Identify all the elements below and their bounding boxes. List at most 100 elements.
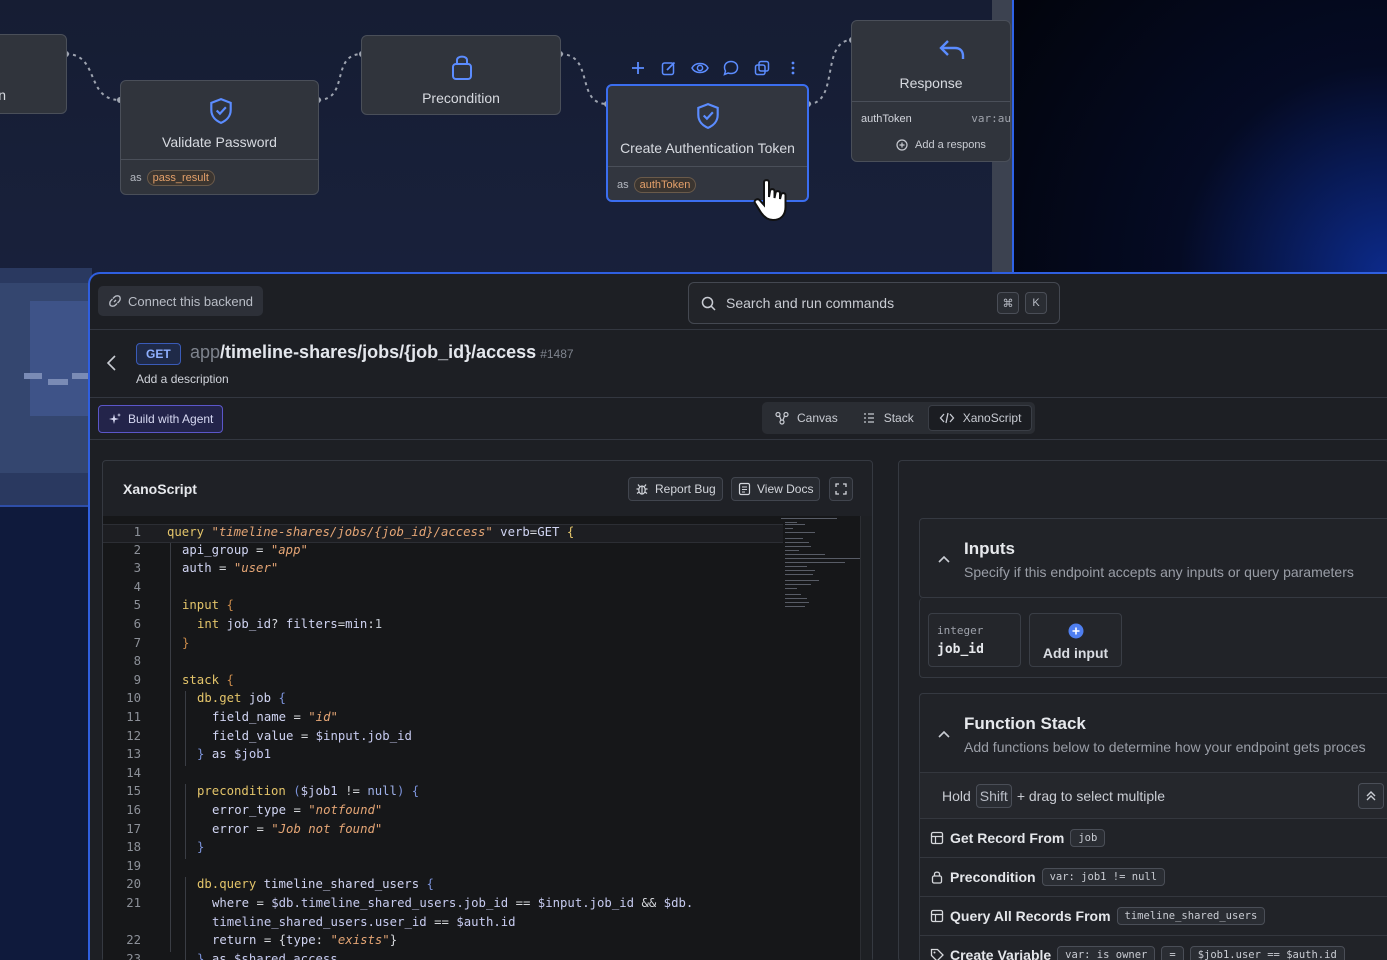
code-line[interactable]: timeline_shared_users.user_id == $auth.i… [103,915,783,934]
inputs-list: integer job_id Add input [919,598,1387,678]
line-number: 8 [133,654,141,669]
code-line[interactable]: 6 int job_id? filters=min:1 [103,617,783,636]
function-param-pill: var: is_owner [1057,945,1156,960]
line-number: 6 [133,617,141,631]
collapse-all-button[interactable] [1358,783,1384,809]
list-icon [863,413,874,423]
input-name: job_id [937,642,984,657]
function-stack-item[interactable]: Query All Records From timeline_shared_us… [920,896,1387,934]
tab-xanoscript[interactable]: XanoScript [927,405,1033,431]
stack-side-panel: Inputs Specify if this endpoint accepts … [898,460,1387,960]
code-line[interactable]: 9 stack { [103,673,783,692]
chevron-up-icon[interactable] [936,726,952,742]
code-line[interactable]: 12 field_value = $input.job_id [103,729,783,748]
lock-icon [930,870,944,884]
line-number: 1 [133,525,141,539]
line-number: 4 [133,579,141,594]
code-line[interactable]: 17 error = "Job not found" [103,822,783,841]
flow-node-validate-password[interactable]: Validate Password as pass_result [120,80,319,195]
docs-icon [738,482,751,496]
code-text: db.query timeline_shared_users { [197,877,434,892]
view-tabs: Canvas Stack XanoScript [762,402,1036,434]
input-item[interactable]: integer job_id [928,613,1021,667]
edit-icon[interactable] [659,58,679,78]
function-stack-item[interactable]: Precondition var: job1 != null [920,857,1387,895]
more-icon[interactable] [783,58,803,78]
response-field-name: authToken [861,112,912,125]
line-number: 16 [126,803,141,817]
function-name: Precondition [950,868,1036,885]
view-docs-button[interactable]: View Docs [731,477,821,501]
code-line[interactable]: 15 precondition ($job1 != null) { [103,784,783,803]
code-line[interactable]: 22 return = {type: "exists"} [103,933,783,952]
flow-node-response[interactable]: Response authToken var:au Add a respons [851,20,1011,162]
code-line[interactable]: 11 field_name = "id" [103,710,783,729]
code-line[interactable]: 2 api_group = "app" [103,543,783,562]
command-search-input[interactable]: Search and run commands ⌘ K [688,282,1060,324]
hint-shift-key: Shift [975,783,1012,808]
function-param-pill: $job1.user == $auth.id [1189,945,1345,960]
code-text: error_type = "notfound" [212,803,383,817]
shield-icon [210,97,232,125]
code-text: field_value = $input.job_id [212,728,412,743]
chevron-up-icon[interactable] [936,551,952,567]
code-line[interactable]: 3 auth = "user" [103,561,783,580]
back-button[interactable] [100,352,122,374]
report-bug-button[interactable]: Report Bug [628,477,723,501]
add-input-button[interactable]: Add input [1029,613,1122,667]
code-text: auth = "user" [182,561,279,576]
code-text: } [197,840,205,855]
code-line[interactable]: 1 query "timeline-shares/jobs/{job_id}/ac… [103,524,783,543]
function-name: Query All Records From [950,907,1111,924]
line-number: 7 [133,635,141,650]
code-line[interactable]: 13} as $job1 [103,747,783,766]
function-name: Create Variable [950,946,1052,960]
code-line[interactable]: 20 db.query timeline_shared_users { [103,877,783,896]
as-label: as [617,178,629,191]
double-chevron-up-icon [1366,791,1376,801]
function-stack-title: Function Stack [964,714,1086,733]
chevron-left-icon [106,355,116,371]
connect-backend-button[interactable]: Connect this backend [98,286,264,316]
code-text: timeline_shared_users.user_id == $auth.i… [212,914,516,929]
endpoint-route: /timeline-shares/jobs/{job_id}/access [220,342,537,362]
shortcut-k-key: K [1025,292,1047,314]
flow-node-partial[interactable]: n [0,34,67,114]
function-stack-item[interactable]: Create Variable var: is_owner = $job1.user … [920,935,1387,960]
duplicate-icon[interactable] [752,58,772,78]
endpoint-path[interactable]: app /timeline-shares/jobs/{job_id}/acces… [190,342,574,363]
add-input-label: Add input [1042,645,1109,661]
hand-cursor-icon [753,179,787,222]
build-with-agent-button[interactable]: Build with Agent [98,405,224,433]
code-line[interactable]: 16 error_type = "notfound" [103,803,783,822]
code-area[interactable]: 1 query "timeline-shares/jobs/{job_id}/ac… [103,516,872,960]
add-description-link[interactable]: Add a description [136,372,229,386]
connect-backend-label: Connect this backend [128,293,254,309]
code-line[interactable]: 19 [103,859,783,878]
fullscreen-button[interactable] [829,477,853,501]
code-line[interactable]: 18} [103,840,783,859]
line-number: 3 [133,561,141,576]
function-stack-item[interactable]: Get Record From job [920,818,1387,856]
tab-stack[interactable]: Stack [852,405,924,431]
plus-icon[interactable] [628,58,648,78]
function-param-pill: job [1070,828,1106,847]
code-line[interactable]: 7} [103,636,783,655]
code-line[interactable]: 10 db.get job { [103,691,783,710]
link-icon [109,295,121,307]
eye-icon[interactable] [690,58,710,78]
comment-icon[interactable] [721,58,741,78]
code-line[interactable]: 23} as $shared_access [103,952,783,960]
code-text: stack { [182,672,234,687]
tab-canvas[interactable]: Canvas [765,405,848,431]
flow-node-precondition[interactable]: Precondition [361,35,561,115]
code-line[interactable]: 8 [103,654,783,673]
code-line[interactable]: 14 [103,766,783,785]
add-response-button[interactable]: Add a respons [896,139,986,151]
code-minimap[interactable] [779,516,861,616]
bug-icon [636,484,648,495]
code-line[interactable]: 4 [103,580,783,599]
code-line[interactable]: 5 input { [103,598,783,617]
editor-scrollbar[interactable] [860,516,872,960]
code-line[interactable]: 21 where = $db.timeline_shared_users.job_… [103,896,783,915]
